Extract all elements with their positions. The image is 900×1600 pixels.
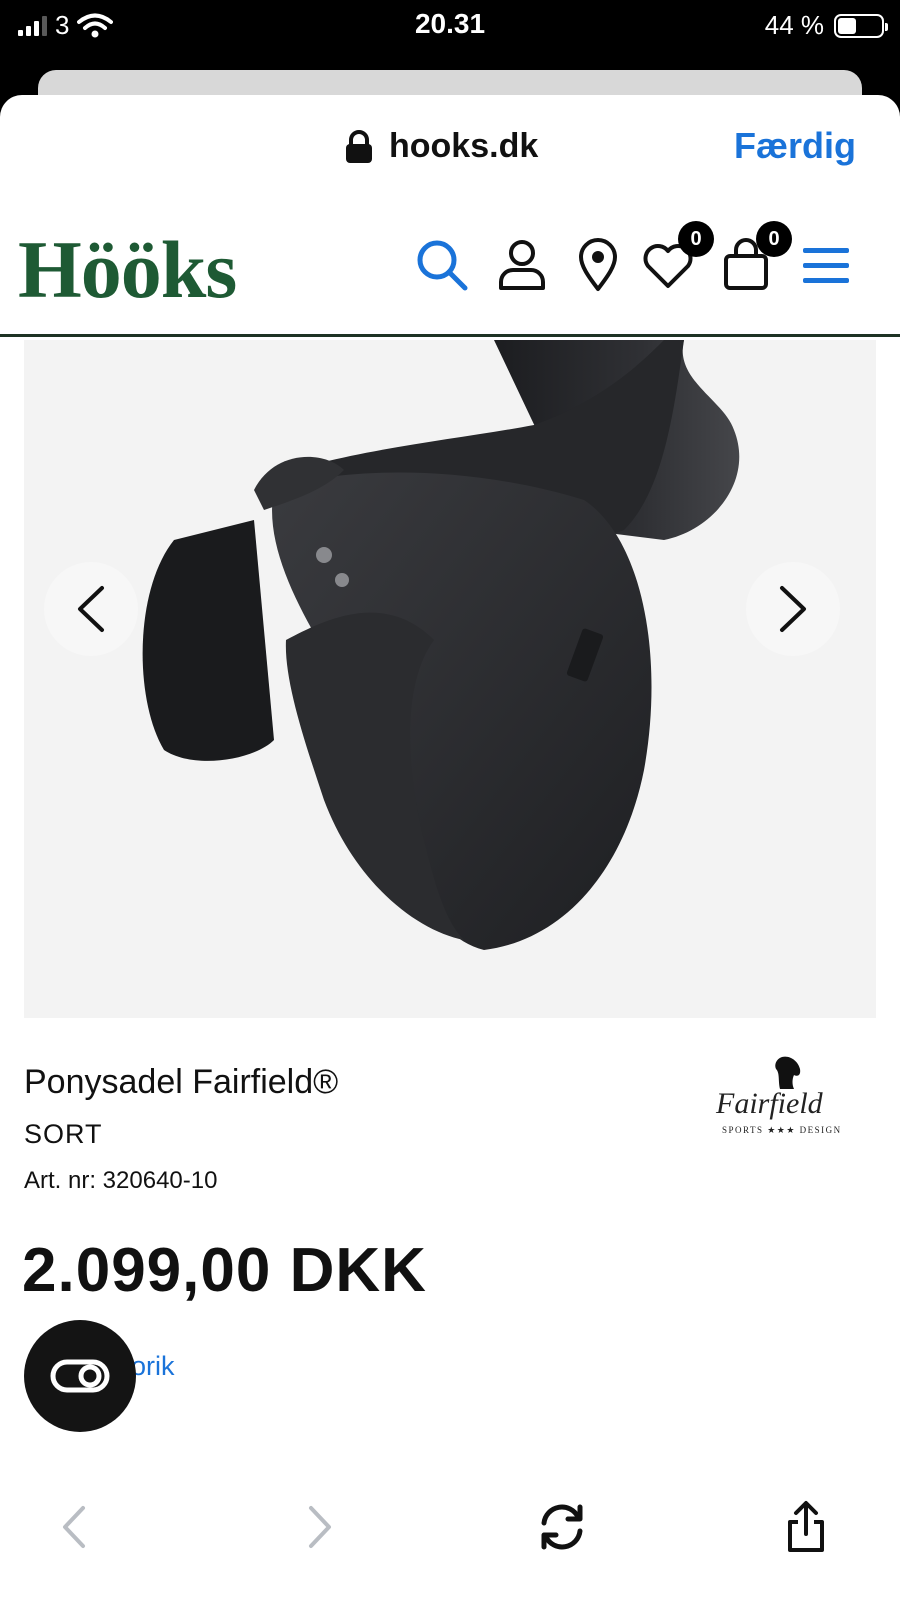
lock-icon [346,129,372,163]
account-button[interactable] [490,233,554,297]
share-icon [788,1501,824,1552]
chevron-left-icon [78,586,104,632]
menu-icon [803,248,849,283]
site-logo[interactable]: Hööks [18,223,237,317]
product-image [142,340,740,950]
location-icon [579,238,617,291]
product-color: SORT [24,1119,103,1149]
browser-sheet: hooks.dk Færdig Hööks 0 0 Ponysadel Fair… [0,95,900,1600]
forward-button[interactable] [288,1495,352,1559]
url-bar[interactable]: hooks.dk Færdig [0,95,900,205]
reload-button[interactable] [530,1495,594,1559]
search-button[interactable] [410,233,474,297]
brand-name: Fairfield [716,1087,823,1120]
url-display[interactable]: hooks.dk [345,127,538,166]
chevron-right-icon [780,586,806,632]
product-title: Ponysadel Fairfield® [24,1063,339,1101]
brand-logo[interactable]: Fairfield SPORTS ★★★ DESIGN [710,1055,880,1145]
store-locator-button[interactable] [566,233,630,297]
search-icon [417,240,468,291]
user-icon [499,240,545,290]
browser-toolbar [0,1455,900,1600]
forward-icon [309,1506,331,1548]
horse-head-icon [775,1056,801,1089]
toggle-icon [50,1359,110,1393]
product-sku: Art. nr: 320640-10 [24,1167,218,1194]
site-header: Hööks 0 0 [0,205,900,337]
wishlist-button[interactable]: 0 [636,221,714,297]
cart-button[interactable]: 0 [714,221,792,297]
back-button[interactable] [42,1495,106,1559]
status-bar: 3 20.31 44 % [0,0,900,72]
product-gallery[interactable] [24,340,876,1018]
reload-icon [541,1504,583,1550]
floating-action-button[interactable] [24,1320,136,1432]
battery-percent: 44 % [764,10,824,40]
product-price: 2.099,00 DKK [22,1236,427,1305]
status-right: 44 % [764,10,888,41]
brand-tagline: SPORTS ★★★ DESIGN [722,1125,842,1135]
menu-button[interactable] [794,233,858,297]
url-text: hooks.dk [389,127,539,165]
wishlist-count-badge: 0 [678,221,714,257]
back-icon [63,1506,85,1548]
gallery-prev-button[interactable] [44,562,138,656]
battery-icon [834,13,888,38]
share-button[interactable] [774,1495,838,1559]
done-button[interactable]: Færdig [734,125,856,167]
gallery-next-button[interactable] [746,562,840,656]
cart-count-badge: 0 [756,221,792,257]
